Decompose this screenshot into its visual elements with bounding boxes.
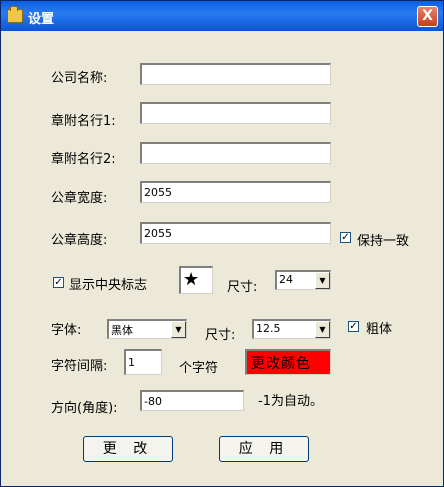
folder-icon (7, 6, 23, 23)
seal-height-input[interactable] (140, 222, 331, 244)
close-button[interactable]: X (417, 6, 438, 27)
seal-width-input[interactable] (140, 181, 331, 203)
bold-checkbox[interactable]: ✓ (348, 321, 359, 332)
font-value: 黑体 (111, 324, 133, 337)
bold-label: 粗体 (366, 322, 393, 337)
attach-line2-input[interactable] (140, 142, 331, 164)
apply-button[interactable]: 应 用 (219, 436, 309, 462)
mark-size-label: 尺寸: (227, 280, 258, 295)
change-color-button[interactable]: 更改颜色 (245, 349, 331, 375)
font-dropdown[interactable]: 黑体 ▼ (107, 319, 187, 339)
attach-line1-label: 章附名行1: (51, 114, 116, 129)
keep-ratio-label: 保持一致 (357, 234, 410, 249)
char-spacing-input[interactable] (124, 349, 162, 375)
char-spacing-label: 字符间隔: (51, 359, 108, 374)
seal-width-label: 公章宽度: (51, 191, 108, 206)
direction-input[interactable] (140, 390, 244, 411)
direction-label: 方向(角度): (51, 401, 118, 416)
title-bar[interactable]: 设置 X (1, 1, 443, 31)
company-name-input[interactable] (140, 63, 331, 85)
mark-size-value: 24 (279, 273, 293, 286)
attach-line1-input[interactable] (140, 102, 331, 124)
show-center-mark-label: 显示中央标志 (69, 278, 148, 293)
direction-hint: -1为自动。 (258, 394, 323, 409)
font-size-value: 12.5 (256, 322, 281, 335)
seal-height-label: 公章高度: (51, 233, 108, 248)
char-spacing-unit: 个字符 (179, 361, 219, 376)
mark-size-dropdown[interactable]: 24 ▼ (275, 270, 331, 290)
settings-window: 设置 X 公司名称: 章附名行1: 章附名行2: 公章宽度: 公章高度: ✓ 保… (0, 0, 444, 487)
font-label: 字体: (51, 323, 82, 338)
chevron-down-icon[interactable]: ▼ (171, 321, 186, 338)
window-title: 设置 (28, 12, 55, 27)
show-center-mark-checkbox[interactable]: ✓ (53, 277, 64, 288)
star-preview[interactable]: ★ (179, 266, 213, 294)
font-size-label: 尺寸: (205, 328, 236, 343)
change-button[interactable]: 更 改 (83, 436, 173, 462)
font-size-dropdown[interactable]: 12.5 ▼ (252, 319, 331, 339)
keep-ratio-checkbox[interactable]: ✓ (340, 232, 351, 243)
company-name-label: 公司名称: (51, 71, 108, 86)
chevron-down-icon[interactable]: ▼ (315, 321, 330, 338)
attach-line2-label: 章附名行2: (51, 152, 116, 167)
chevron-down-icon[interactable]: ▼ (315, 272, 330, 289)
